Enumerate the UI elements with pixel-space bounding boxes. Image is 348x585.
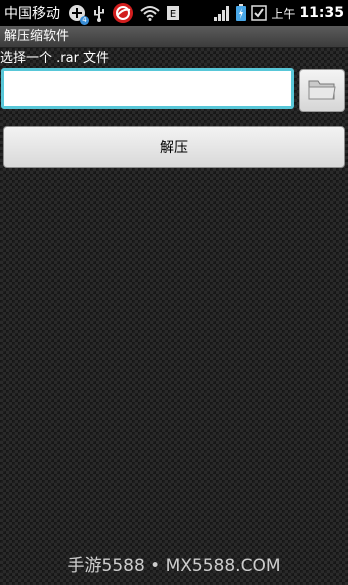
status-icons: 4 E: [68, 2, 180, 25]
am-pm-label: 上午: [271, 6, 296, 21]
svg-text:E: E: [170, 9, 176, 20]
usb-icon: [92, 4, 106, 22]
wifi-icon: [140, 5, 160, 21]
file-path-input[interactable]: [1, 68, 294, 109]
checkbox-icon: [251, 5, 268, 21]
carrier-name: 中国移动: [4, 6, 60, 22]
folder-icon: [307, 76, 337, 106]
app-title: 解压缩软件: [0, 26, 348, 48]
browse-folder-button[interactable]: [299, 69, 345, 112]
file-prompt-label: 选择一个 .rar 文件: [0, 51, 110, 66]
status-bar: 中国移动 4 E 上午 11:35: [0, 0, 348, 26]
watermark: 手游5588 • MX5588.COM: [67, 556, 281, 576]
status-right: 上午 11:35: [213, 4, 344, 22]
battery-icon: [235, 4, 247, 22]
sync-icon: 4: [68, 4, 89, 25]
notification-icon: E: [166, 5, 180, 21]
extract-button[interactable]: 解压: [3, 126, 345, 168]
signal-icon: [213, 5, 231, 21]
clock: 11:35: [299, 5, 344, 21]
sync-badge: 4: [80, 16, 89, 25]
security-app-icon: [112, 2, 134, 24]
